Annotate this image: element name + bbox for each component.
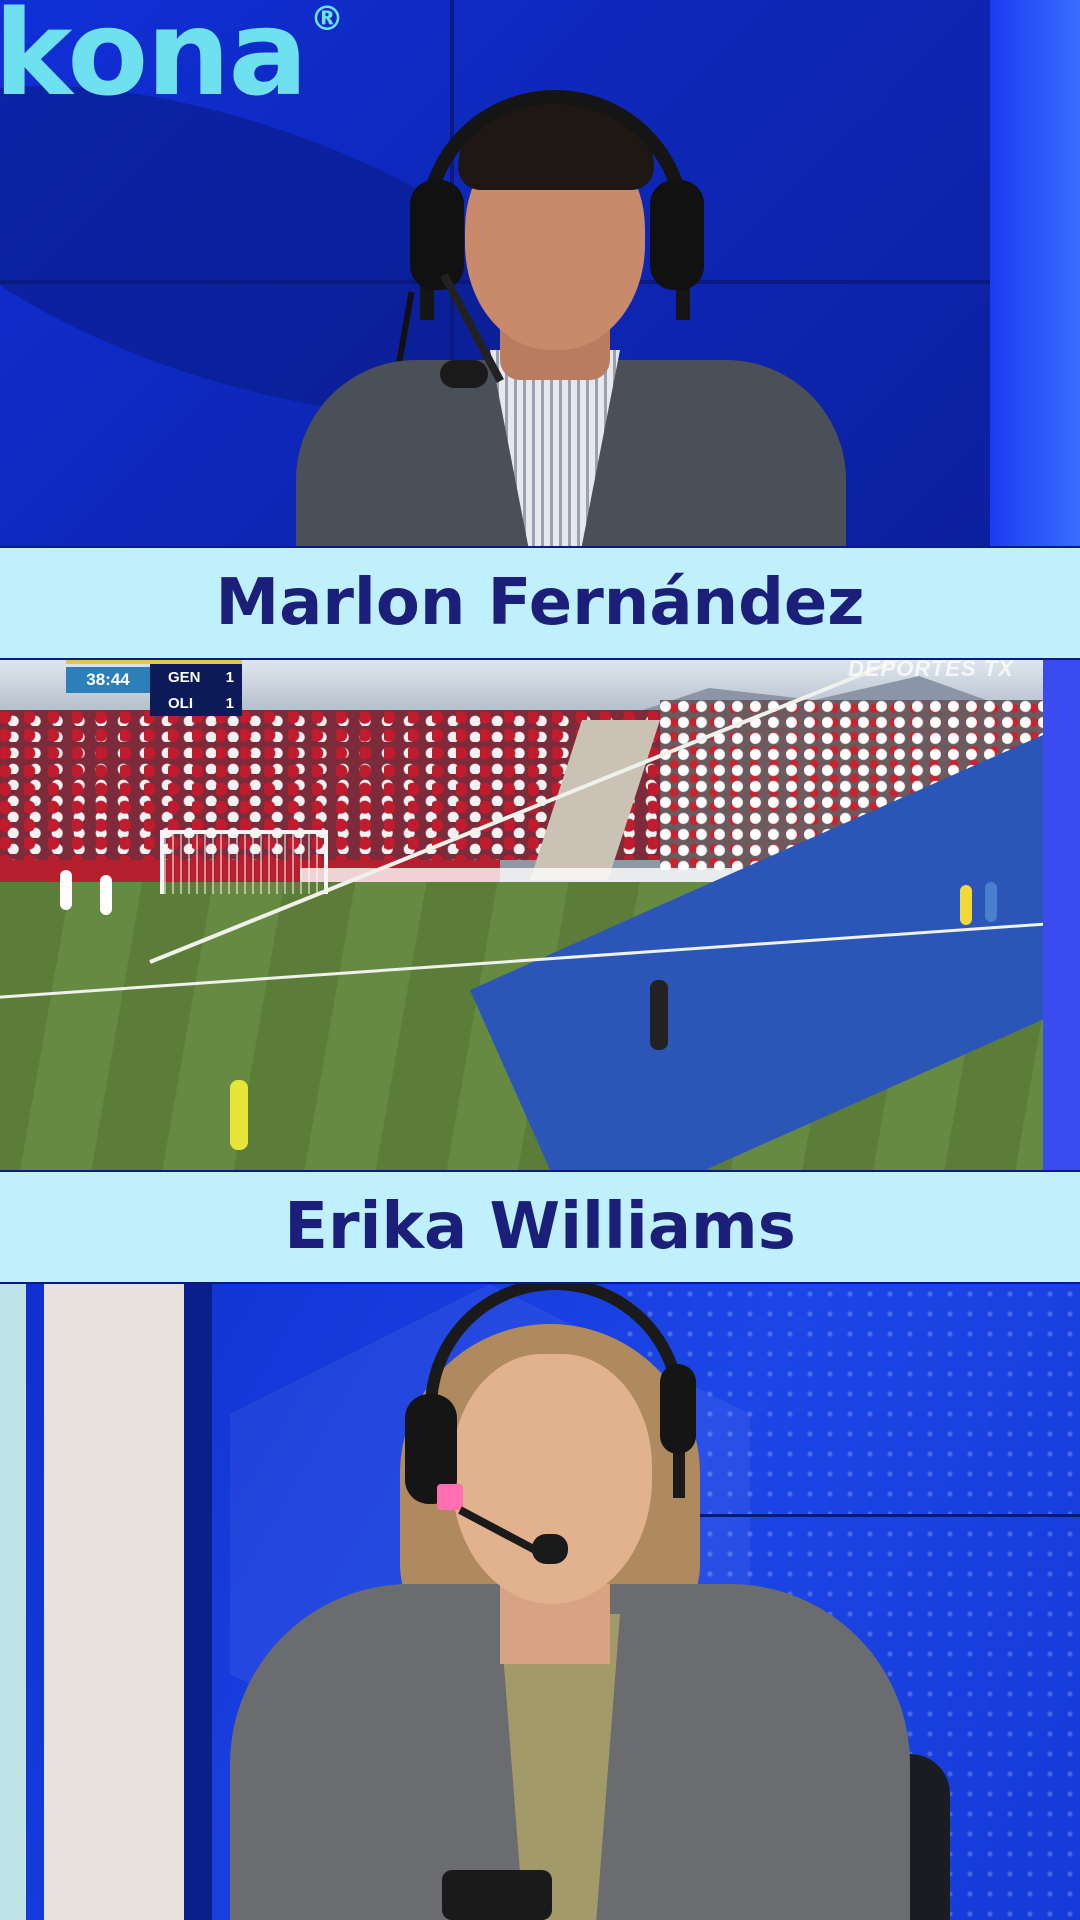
- headphone-cup: [410, 180, 464, 290]
- studio-light: [990, 0, 1080, 546]
- studio-wall-panel: [44, 1284, 184, 1920]
- microphone-icon: [532, 1534, 568, 1564]
- player: [985, 882, 997, 922]
- broadcaster-watermark: DEPORTES TX: [848, 656, 1014, 681]
- headset-icon: [425, 1284, 685, 1498]
- commentator-name-bottom: Erika Williams: [284, 1190, 796, 1264]
- name-banner-top: Marlon Fernández: [0, 548, 1080, 658]
- match-clock: 38:44: [66, 667, 150, 693]
- commentator-male: [290, 60, 850, 546]
- score-table: GEN 1 OLI 1: [150, 664, 242, 716]
- team-away: OLI: [168, 694, 193, 712]
- phone: [442, 1870, 552, 1920]
- team-home: GEN: [168, 668, 201, 686]
- player: [60, 870, 72, 910]
- scoreboard: 38:44 GEN 1 OLI 1: [66, 662, 242, 718]
- microphone-icon: [440, 360, 488, 388]
- score-row-away: OLI 1: [150, 690, 242, 716]
- referee: [230, 1080, 248, 1150]
- headphone-cup: [660, 1364, 696, 1454]
- score-row-home: GEN 1: [150, 664, 242, 690]
- name-banner-bottom: Erika Williams: [0, 1172, 1080, 1282]
- goal-net: [160, 830, 328, 894]
- commentator-female: [230, 1284, 990, 1920]
- match-video: [0, 660, 1043, 1170]
- official: [650, 980, 668, 1050]
- score-home: 1: [225, 668, 234, 686]
- video-side-strip: [1043, 660, 1080, 1170]
- player: [960, 885, 972, 925]
- headphone-cup: [650, 180, 704, 290]
- score-away: 1: [225, 694, 234, 712]
- commentator-name-top: Marlon Fernández: [215, 566, 865, 640]
- bottom-commentator-video: [0, 1284, 1080, 1920]
- player: [100, 875, 112, 915]
- top-commentator-video: kona ®: [0, 0, 1080, 546]
